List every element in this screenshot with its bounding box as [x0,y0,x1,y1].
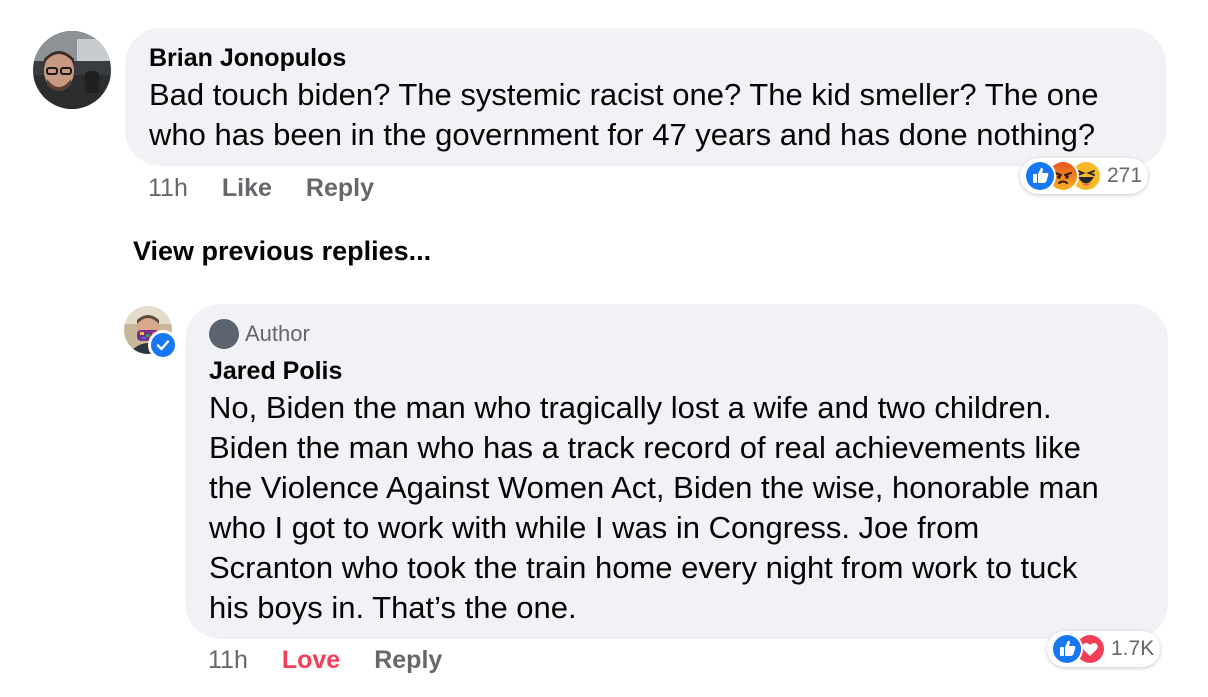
like-icon [1051,633,1083,665]
love-button[interactable]: Love [282,646,340,675]
reply-actions: 11h Love Reply [208,646,442,675]
author-badge-label: Author [245,321,310,346]
reply-text-line: Scranton who took the train home every n… [209,550,1078,585]
reply-text-line: who I got to work with while I was in Co… [209,510,980,545]
author-badge-icon [209,319,239,349]
comment-timestamp[interactable]: 11h [148,174,188,203]
view-previous-replies-link[interactable]: View previous replies... [133,236,431,267]
reply-text: No, Biden the man who tragically lost a … [209,388,1168,628]
author-badge: Author [209,319,1168,349]
reply-button[interactable]: Reply [374,646,442,675]
comment-text: Bad touch biden? The systemic racist one… [149,75,1166,155]
reply-text-line: No, Biden the man who tragically lost a … [209,390,1052,425]
reply-text-line: his boys in. That’s the one. [209,590,577,625]
comment-reactions[interactable]: 271 [1020,158,1149,194]
reply-author-name[interactable]: Jared Polis [209,357,1168,386]
like-icon [1024,160,1056,192]
reply-timestamp[interactable]: 11h [208,646,248,675]
comment-author-name[interactable]: Brian Jonopulos [149,44,1166,73]
reaction-count: 1.7K [1111,637,1155,660]
verified-badge-icon [148,330,178,360]
comment-text-line: Bad touch biden? The systemic racist one… [149,77,1099,112]
reaction-count: 271 [1107,164,1143,187]
reply-button[interactable]: Reply [306,174,374,203]
comment-text-line: who has been in the government for 47 ye… [149,117,1096,152]
comment-actions: 11h Like Reply [148,174,374,203]
reply-text-line: the Violence Against Women Act, Biden th… [209,470,1099,505]
reply-reactions[interactable]: 1.7K [1047,631,1161,667]
reply-text-line: Biden the man who has a track record of … [209,430,1081,465]
avatar-brian[interactable] [33,31,111,109]
reply-bubble: Author Jared Polis No, Biden the man who… [185,304,1168,639]
like-button[interactable]: Like [222,174,272,203]
comment-bubble: Brian Jonopulos Bad touch biden? The sys… [125,28,1166,166]
